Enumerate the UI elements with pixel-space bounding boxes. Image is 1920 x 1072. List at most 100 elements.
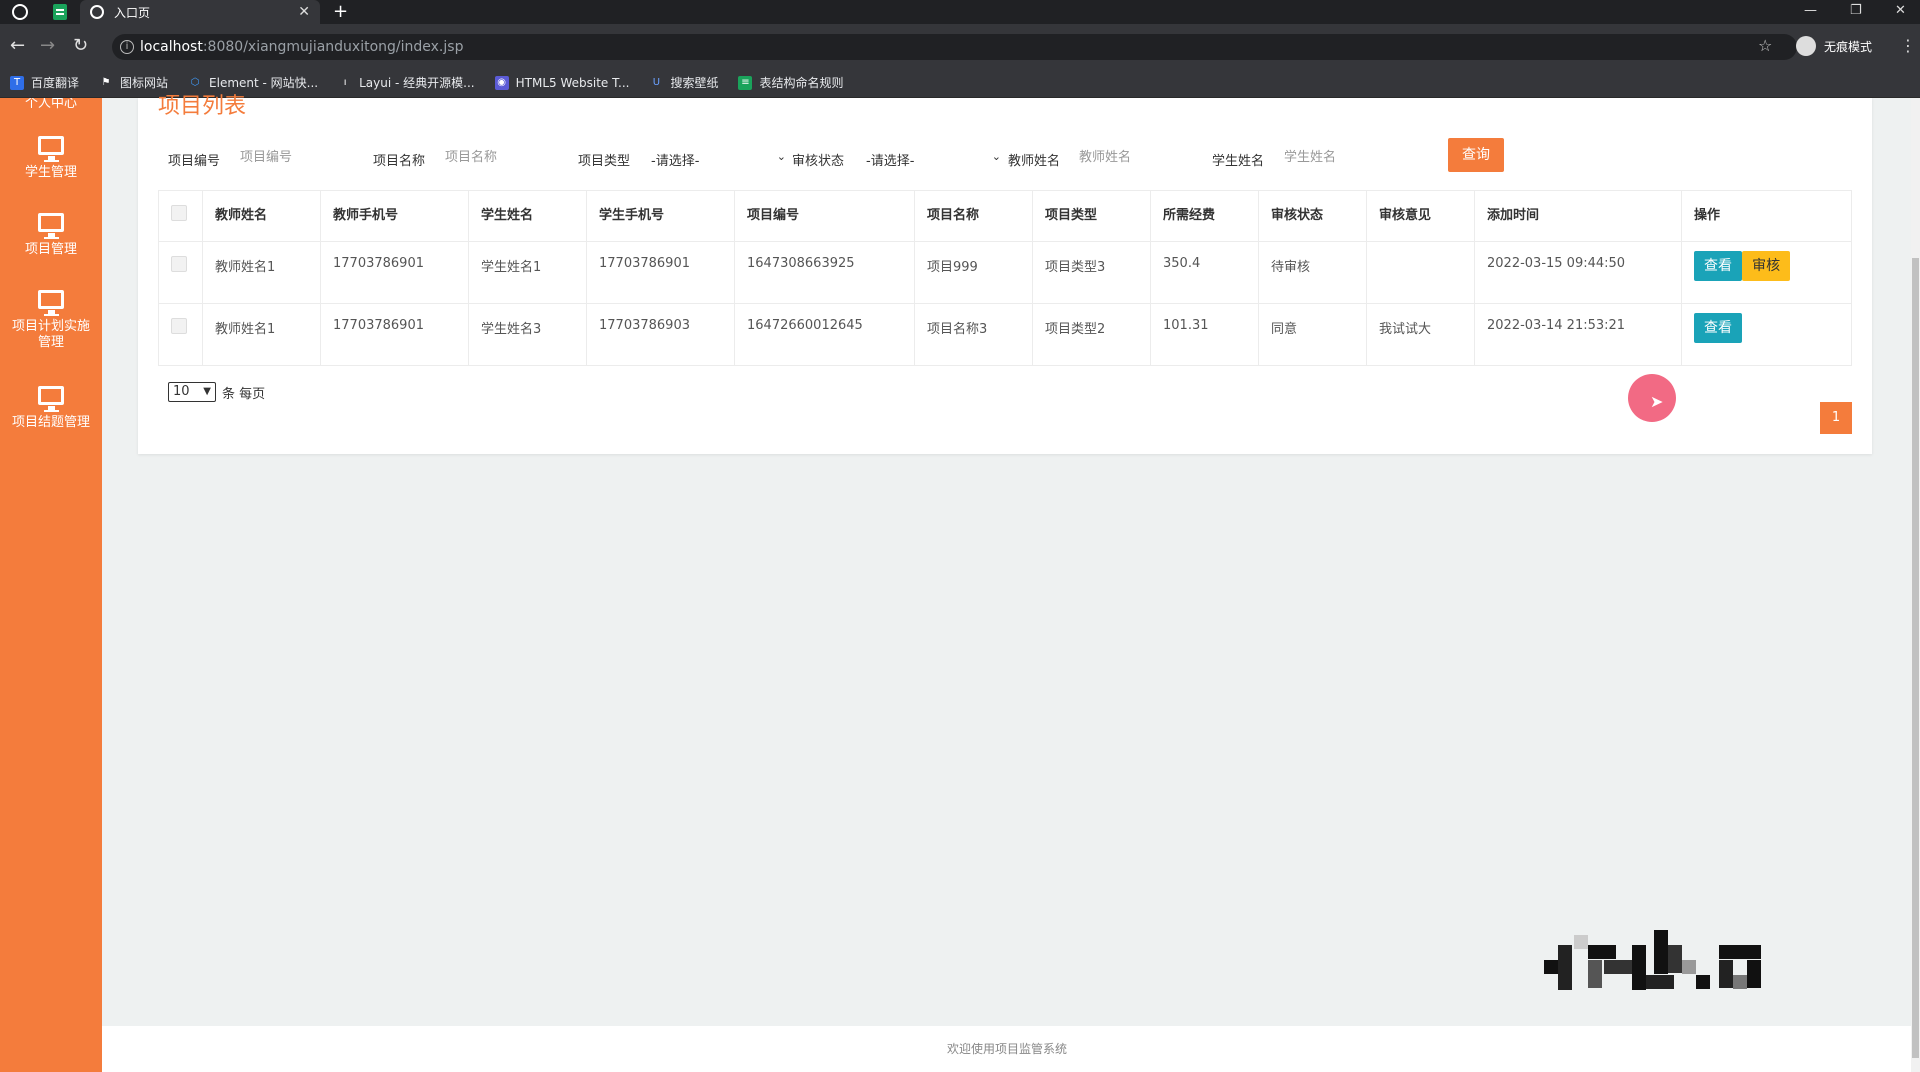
chevron-down-icon: ⌄ <box>991 150 1001 163</box>
row-select-cell <box>158 303 203 366</box>
project-name-cell: 项目名称3 <box>914 303 1033 366</box>
column-header: 教师姓名 <box>202 190 321 242</box>
student-name-input[interactable] <box>1284 142 1404 172</box>
column-header: 项目类型 <box>1032 190 1151 242</box>
teacher-name-cell: 教师姓名1 <box>202 241 321 304</box>
sidebar-item-completion-management[interactable]: 项目结题管理 <box>0 386 102 431</box>
bookmark-label: Layui - 经典开源模... <box>359 76 475 90</box>
monitor-icon <box>38 213 64 239</box>
page-size-select[interactable]: 10 ▼ <box>168 382 216 402</box>
sidebar-item-label: 学生管理 <box>24 165 77 180</box>
bookmark-item[interactable]: T 百度翻译 <box>10 74 79 91</box>
browser-pinned-tab[interactable] <box>0 0 40 24</box>
sheet-icon <box>53 4 67 20</box>
window-close-icon[interactable]: ✕ <box>1895 0 1906 24</box>
bookmark-label: 表结构命名规则 <box>759 76 844 90</box>
teacher-name-input[interactable] <box>1079 142 1199 172</box>
sidebar-item-plan-management[interactable]: 项目计划实施管理 <box>0 290 102 351</box>
browser-globe-icon <box>12 4 28 20</box>
forward-icon[interactable]: → <box>40 34 55 58</box>
restore-icon[interactable]: ❐ <box>1850 0 1862 24</box>
address-bar[interactable]: i localhost:8080/xiangmujianduxitong/ind… <box>112 34 1797 60</box>
sheet-icon: ≡ <box>738 75 753 90</box>
bookmark-item[interactable]: U 搜索壁纸 <box>649 74 719 91</box>
project-no-cell: 16472660012645 <box>734 303 915 366</box>
project-name-input[interactable] <box>445 142 565 172</box>
teacher-name-cell: 教师姓名1 <box>202 303 321 366</box>
audit-status-select[interactable]: -请选择- ⌄ <box>866 150 1001 169</box>
audit-status-label: 审核状态 <box>792 154 845 169</box>
view-button[interactable]: 查看 <box>1694 313 1742 343</box>
select-all-checkbox[interactable] <box>171 205 187 221</box>
tab-globe-icon <box>90 5 104 19</box>
table-header-row: 教师姓名 教师手机号 学生姓名 学生手机号 项目编号 项目名称 项目类型 所需经… <box>158 190 1852 242</box>
translate-icon: T <box>10 75 24 90</box>
bookmark-item[interactable]: ◉ HTML5 Website T... <box>494 75 630 90</box>
sidebar-item-student-management[interactable]: 学生管理 <box>0 136 102 181</box>
tab-title: 入口页 <box>114 5 151 20</box>
page-number-button[interactable]: 1 <box>1820 402 1852 434</box>
bookmark-star-icon[interactable]: ☆ <box>1758 36 1772 55</box>
project-type-cell: 项目类型3 <box>1032 241 1151 304</box>
back-icon[interactable]: ← <box>10 34 25 58</box>
teacher-phone-cell: 17703786901 <box>320 241 469 304</box>
bookmark-item[interactable]: ı Layui - 经典开源模... <box>338 74 475 91</box>
project-no-input[interactable] <box>240 142 360 172</box>
tab-close-icon[interactable]: ✕ <box>298 4 310 20</box>
incognito-icon <box>1796 36 1816 56</box>
column-header: 项目名称 <box>914 190 1033 242</box>
time-cell: 2022-03-15 09:44:50 <box>1474 241 1682 304</box>
browser-active-tab[interactable]: 入口页 ✕ <box>80 0 320 24</box>
opinion-cell: 我试试大 <box>1366 303 1475 366</box>
student-phone-cell: 17703786901 <box>586 241 735 304</box>
audit-status-selected: -请选择- <box>866 154 915 169</box>
time-cell: 2022-03-14 21:53:21 <box>1474 303 1682 366</box>
page-scrollbar[interactable] <box>1911 98 1920 1072</box>
page-size-control: 10 ▼ 条 每页 <box>168 382 265 402</box>
bookmarks-bar: T 百度翻译 ⚑ 图标网站 ⬡ Element - 网站快... ı Layui - 经… <box>0 68 1920 98</box>
page-title: 项目列表 <box>158 94 247 119</box>
table-row: 教师姓名1 17703786901 学生姓名1 17703786901 1647… <box>158 241 1852 304</box>
column-header: 教师手机号 <box>320 190 469 242</box>
browser-pinned-tab-sheet[interactable] <box>40 0 80 24</box>
minimize-icon[interactable]: — <box>1804 0 1817 24</box>
teacher-name-label: 教师姓名 <box>1008 154 1061 169</box>
query-button[interactable]: 查询 <box>1448 138 1504 172</box>
browser-tabstrip: 入口页 ✕ + — ❐ ✕ <box>0 0 1920 24</box>
reload-icon[interactable]: ↻ <box>73 34 88 58</box>
view-button[interactable]: 查看 <box>1694 251 1742 281</box>
chevron-down-icon: ⌄ <box>776 150 786 163</box>
column-header: 项目编号 <box>734 190 915 242</box>
browser-menu-icon[interactable]: ⋮ <box>1900 36 1916 55</box>
project-name-label: 项目名称 <box>373 154 426 169</box>
sidebar-item-project-management[interactable]: 项目管理 <box>0 213 102 258</box>
project-table: 教师姓名 教师手机号 学生姓名 学生手机号 项目编号 项目名称 项目类型 所需经… <box>158 190 1852 366</box>
site-info-icon[interactable]: i <box>120 40 134 54</box>
incognito-badge[interactable]: 无痕模式 <box>1796 36 1872 56</box>
row-select-cell <box>158 241 203 304</box>
bookmark-item[interactable]: ≡ 表结构命名规则 <box>738 74 843 91</box>
bookmark-label: HTML5 Website T... <box>515 75 630 90</box>
status-cell: 待审核 <box>1258 241 1367 304</box>
project-type-selected: -请选择- <box>651 154 700 169</box>
scrollbar-thumb[interactable] <box>1912 258 1919 1058</box>
audit-button[interactable]: 审核 <box>1742 251 1791 281</box>
monitor-icon <box>38 386 64 412</box>
student-name-cell: 学生姓名3 <box>468 303 587 366</box>
sidebar-item-personal-center[interactable]: 个人中心 <box>0 98 102 111</box>
column-header: 所需经费 <box>1150 190 1259 242</box>
column-header: 审核状态 <box>1258 190 1367 242</box>
student-name-label: 学生姓名 <box>1212 154 1265 169</box>
row-checkbox[interactable] <box>171 256 187 272</box>
bookmark-label: 百度翻译 <box>31 76 80 90</box>
project-type-select[interactable]: -请选择- ⌄ <box>651 150 786 169</box>
flag-icon: ⚑ <box>101 76 111 88</box>
select-all-cell <box>158 190 203 242</box>
column-header: 学生姓名 <box>468 190 587 242</box>
table-row: 教师姓名1 17703786901 学生姓名3 17703786903 1647… <box>158 303 1852 366</box>
project-name-cell: 项目999 <box>914 241 1033 304</box>
html5-icon: ◉ <box>494 75 509 90</box>
column-header: 审核意见 <box>1366 190 1475 242</box>
new-tab-icon[interactable]: + <box>333 0 348 24</box>
row-checkbox[interactable] <box>171 318 187 334</box>
